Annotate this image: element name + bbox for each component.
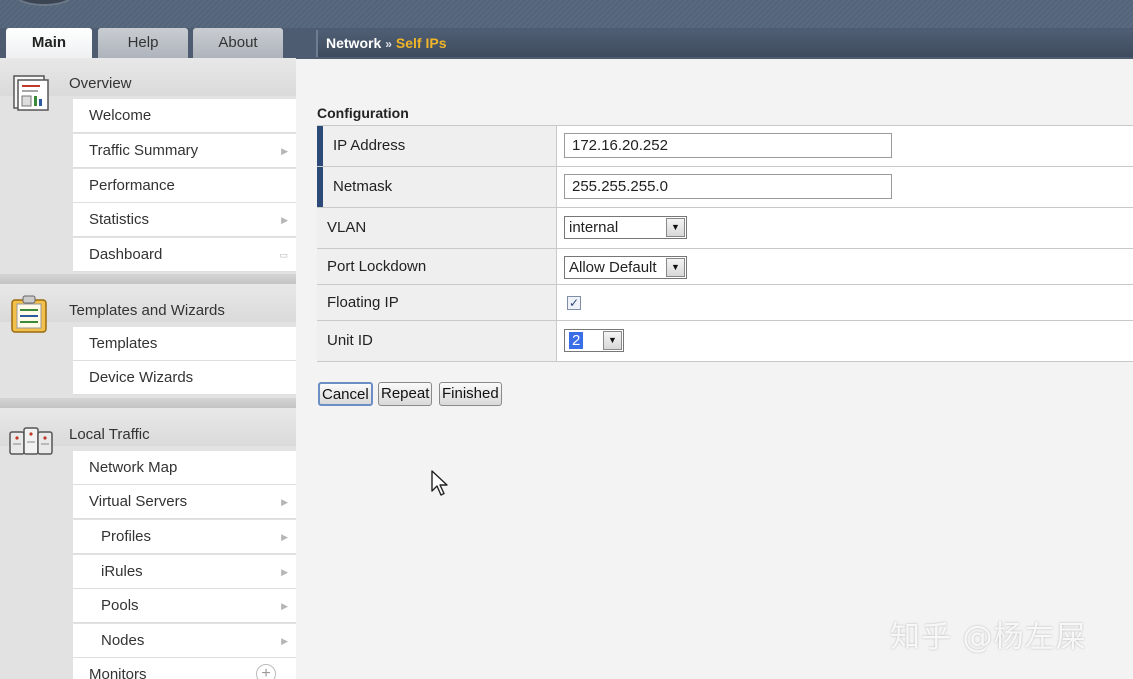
- overview-icon: [13, 75, 49, 111]
- unit-id-select-value: 2: [569, 332, 584, 349]
- chevron-right-icon: ▶: [281, 215, 288, 225]
- config-title: Configuration: [317, 105, 409, 121]
- sidebar-item-pools[interactable]: Pools ▶: [73, 589, 296, 623]
- section-title-local-traffic: Local Traffic: [69, 426, 150, 443]
- sidebar-item-device-wizards[interactable]: Device Wizards: [73, 361, 296, 395]
- floating-ip-label: Floating IP: [317, 285, 557, 320]
- row-ip-address: IP Address: [317, 126, 1133, 167]
- port-lockdown-select-value: Allow Default: [569, 259, 657, 276]
- breadcrumb-bar: Network » Self IPs: [296, 28, 1133, 59]
- sidebar-item-welcome[interactable]: Welcome: [73, 99, 296, 133]
- repeat-button[interactable]: Repeat: [378, 382, 433, 406]
- netmask-label: Netmask: [317, 167, 557, 207]
- breadcrumb-current: Self IPs: [395, 35, 447, 51]
- row-floating-ip: Floating IP ✓: [317, 285, 1133, 321]
- config-table: IP Address Netmask VLAN internal ▼ Port …: [317, 125, 1133, 362]
- sidebar-item-performance[interactable]: Performance: [73, 169, 296, 203]
- port-lockdown-select[interactable]: Allow Default ▼: [564, 256, 687, 279]
- finished-button[interactable]: Finished: [439, 382, 502, 406]
- top-banner: [0, 0, 1133, 28]
- mouse-cursor-icon: [431, 470, 448, 496]
- vlan-select-value: internal: [569, 219, 619, 236]
- sidebar-item-traffic-summary[interactable]: Traffic Summary ▶: [73, 134, 296, 168]
- cancel-button[interactable]: Cancel: [318, 382, 373, 406]
- tab-help[interactable]: Help: [98, 28, 188, 58]
- unit-id-select[interactable]: 2 ▼: [564, 329, 624, 352]
- row-unit-id: Unit ID 2 ▼: [317, 321, 1133, 362]
- netmask-input[interactable]: [564, 174, 892, 199]
- add-icon[interactable]: +: [256, 664, 276, 679]
- chevron-down-icon[interactable]: ▼: [603, 331, 622, 350]
- chevron-right-icon: ▶: [281, 636, 288, 646]
- main-panel: Configuration IP Address Netmask VLAN in…: [296, 59, 1133, 679]
- chevron-right-icon: ▶: [281, 497, 288, 507]
- tab-main[interactable]: Main: [6, 28, 92, 58]
- section-title-overview: Overview: [69, 75, 132, 92]
- chevron-right-icon: ▶: [281, 567, 288, 577]
- sidebar-item-profiles[interactable]: Profiles ▶: [73, 520, 296, 554]
- tab-about[interactable]: About: [193, 28, 283, 58]
- sidebar-item-virtual-servers[interactable]: Virtual Servers ▶: [73, 485, 296, 519]
- sidebar-item-monitors[interactable]: Monitors +: [73, 658, 296, 679]
- servers-icon: [9, 427, 53, 455]
- logo: [14, 0, 74, 6]
- unit-id-label: Unit ID: [317, 321, 557, 361]
- section-divider: [0, 274, 296, 284]
- breadcrumb-parent[interactable]: Network: [326, 35, 381, 51]
- sidebar-item-network-map[interactable]: Network Map: [73, 451, 296, 485]
- section-title-templates: Templates and Wizards: [69, 302, 225, 319]
- chevron-right-icon: ▶: [281, 601, 288, 611]
- sidebar: Overview Welcome Traffic Summary ▶ Perfor…: [0, 58, 296, 679]
- sidebar-item-dashboard[interactable]: Dashboard ▭: [73, 238, 296, 272]
- section-divider: [0, 398, 296, 408]
- port-lockdown-label: Port Lockdown: [317, 249, 557, 284]
- breadcrumb: Network » Self IPs: [316, 30, 1133, 57]
- chevron-right-icon: ▶: [281, 146, 288, 156]
- breadcrumb-separator: »: [385, 37, 392, 51]
- clipboard-icon: [11, 295, 47, 333]
- vlan-select[interactable]: internal ▼: [564, 216, 687, 239]
- popout-icon: ▭: [279, 250, 288, 260]
- row-port-lockdown: Port Lockdown Allow Default ▼: [317, 249, 1133, 285]
- row-netmask: Netmask: [317, 167, 1133, 208]
- row-vlan: VLAN internal ▼: [317, 208, 1133, 249]
- sidebar-item-irules[interactable]: iRules ▶: [73, 555, 296, 589]
- watermark: 知乎 @杨左屎: [890, 620, 1087, 655]
- sidebar-item-statistics[interactable]: Statistics ▶: [73, 203, 296, 237]
- sidebar-item-templates[interactable]: Templates: [73, 327, 296, 361]
- chevron-down-icon[interactable]: ▼: [666, 258, 685, 277]
- ip-address-label: IP Address: [317, 126, 557, 166]
- vlan-label: VLAN: [317, 208, 557, 248]
- chevron-right-icon: ▶: [281, 532, 288, 542]
- tab-strip: Main Help About: [0, 28, 296, 58]
- sidebar-item-nodes[interactable]: Nodes ▶: [73, 624, 296, 658]
- chevron-down-icon[interactable]: ▼: [666, 218, 685, 237]
- ip-address-input[interactable]: [564, 133, 892, 158]
- floating-ip-checkbox[interactable]: ✓: [567, 296, 581, 310]
